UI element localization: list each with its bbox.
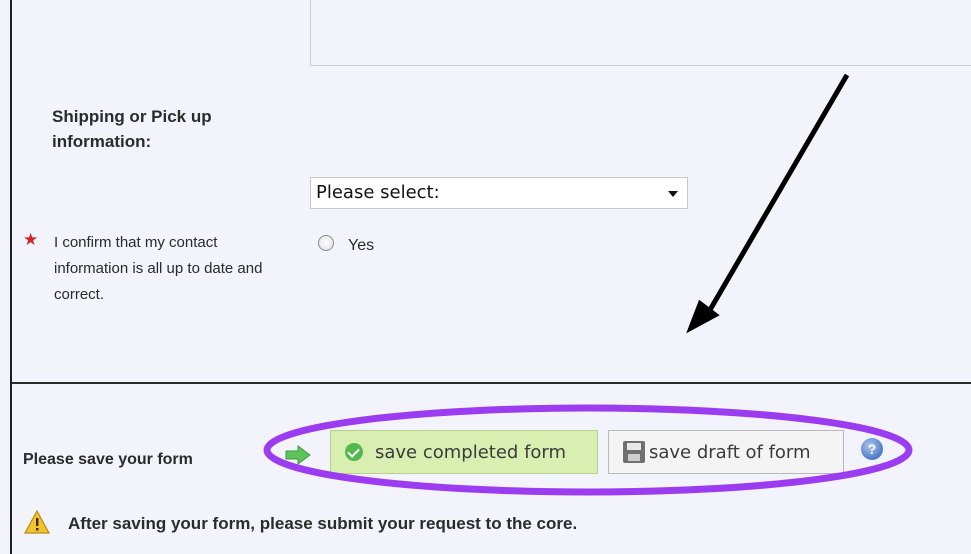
- after-saving-notice: After saving your form, please submit yo…: [68, 514, 578, 533]
- save-form-label: Please save your form: [23, 451, 193, 468]
- shipping-select[interactable]: Please select:: [310, 177, 688, 209]
- check-circle-icon: [345, 443, 363, 461]
- form-panel: Shipping or Pick up information: Please …: [0, 0, 971, 554]
- help-icon[interactable]: ?: [861, 438, 883, 460]
- save-draft-button[interactable]: save draft of form: [608, 430, 844, 474]
- yes-radio-label[interactable]: Yes: [348, 236, 374, 256]
- yes-radio[interactable]: [318, 235, 334, 251]
- section-divider: [12, 382, 971, 384]
- save-draft-label: save draft of form: [649, 441, 811, 463]
- confirm-contact-label: I confirm that my contact information is…: [54, 234, 263, 303]
- save-completed-form-button[interactable]: save completed form: [330, 430, 598, 474]
- shipping-heading: Shipping or Pick up information:: [52, 107, 212, 151]
- left-border: [10, 0, 12, 554]
- arrow-right-icon: [285, 445, 311, 465]
- save-completed-form-label: save completed form: [375, 441, 567, 463]
- floppy-disk-icon: [623, 441, 645, 463]
- required-star-icon: ★: [23, 230, 39, 249]
- chevron-down-icon: [668, 191, 678, 197]
- textarea-field[interactable]: [310, 0, 971, 66]
- warning-icon: [24, 510, 50, 534]
- select-value: Please select:: [316, 182, 440, 203]
